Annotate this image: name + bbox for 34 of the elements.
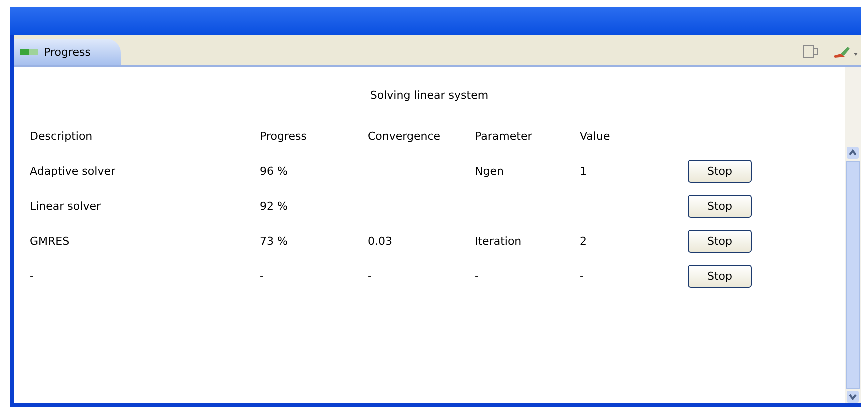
column-header: Convergence: [368, 129, 442, 145]
table-cell-text: 0.03: [368, 234, 394, 250]
table-cell-text: Adaptive solver: [30, 164, 116, 180]
scroll-up-icon[interactable]: [847, 147, 859, 159]
brush-menu-icon[interactable]: [833, 45, 859, 59]
table-cell-text: -: [30, 268, 35, 284]
table-cell-text: 96 %: [260, 164, 289, 180]
scrollbar[interactable]: [845, 67, 861, 403]
stop-button[interactable]: Stop: [688, 160, 752, 183]
minimize-view-icon[interactable]: [803, 45, 819, 59]
heading: Solving linear system: [369, 89, 490, 102]
table-cell-text: GMRES: [30, 234, 71, 250]
column-header: Progress: [260, 129, 308, 145]
stop-button[interactable]: Stop: [688, 265, 752, 288]
table-cell-text: Ngen: [475, 164, 505, 180]
table-cell-text: Iteration: [475, 234, 523, 250]
table-cell-text: Linear solver: [30, 198, 102, 214]
progress-bar-icon: [20, 48, 38, 56]
column-header: Parameter: [475, 129, 534, 145]
scrollbar-thumb[interactable]: [846, 161, 860, 389]
scroll-down-icon[interactable]: [847, 391, 859, 403]
column-header: Value: [580, 129, 612, 145]
table-cell-text: -: [580, 268, 585, 284]
table-cell-text: 92 %: [260, 198, 289, 214]
column-header: Description: [30, 129, 94, 145]
stop-button[interactable]: Stop: [688, 195, 752, 218]
view-tab[interactable]: Progress: [14, 39, 121, 65]
table-cell-text: -: [368, 268, 373, 284]
table-cell-text: 1: [580, 164, 588, 180]
table-cell-text: -: [260, 268, 265, 284]
table-cell-text: -: [475, 268, 480, 284]
stop-button[interactable]: Stop: [688, 230, 752, 253]
table-cell-text: 2: [580, 234, 588, 250]
table-cell-text: 73 %: [260, 234, 289, 250]
